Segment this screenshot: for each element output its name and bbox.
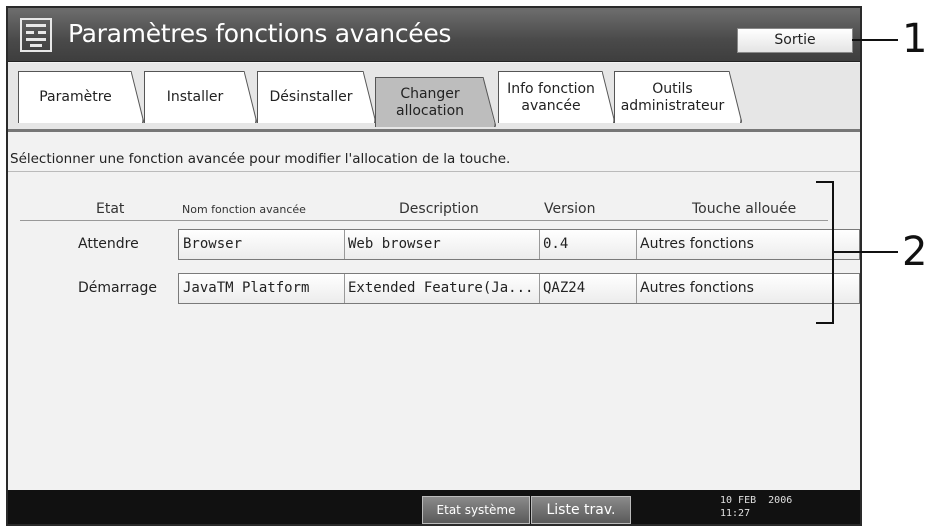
page-title: Paramètres fonctions avancées xyxy=(68,19,452,48)
tab-edge-divider xyxy=(729,71,742,123)
callout-number-2: 2 xyxy=(902,229,928,275)
tab-label: Paramètre xyxy=(39,89,112,105)
cell-description: Web browser xyxy=(344,230,540,259)
job-list-button[interactable]: Liste trav. xyxy=(531,496,631,524)
divider xyxy=(8,171,860,172)
title-bar: Paramètres fonctions avancées Sortie xyxy=(8,8,860,62)
tab-admin-tools[interactable]: Outils administrateur xyxy=(614,71,741,123)
tab-edge-divider xyxy=(244,71,257,123)
callout-line-1 xyxy=(852,39,898,41)
tab-baseline xyxy=(8,129,860,132)
row-state: Démarrage xyxy=(78,280,157,296)
device-screen: Paramètres fonctions avancées Sortie Par… xyxy=(6,6,862,526)
cell-key: Autres fonctions xyxy=(636,274,858,303)
tab-feature-info[interactable]: Info fonction avancée xyxy=(498,71,614,123)
callout-bracket-2-bottom xyxy=(816,322,834,324)
tab-parameter[interactable]: Paramètre xyxy=(18,71,143,123)
cell-key: Autres fonctions xyxy=(636,230,858,259)
extended-features-icon xyxy=(20,18,52,52)
time-text: 11:27 xyxy=(720,508,751,519)
instruction-text: Sélectionner une fonction avancée pour m… xyxy=(10,151,511,167)
status-bar: Etat système Liste trav. 10 FEB 2006 11:… xyxy=(8,490,860,524)
header-key: Touche allouée xyxy=(692,201,797,217)
callout-line-2 xyxy=(834,251,898,253)
tab-change-allocation[interactable]: Changer allocation xyxy=(375,77,495,127)
tab-edge-divider xyxy=(483,77,496,127)
table-row[interactable]: Browser Web browser 0.4 Autres fonctions xyxy=(178,229,860,260)
cell-version: QAZ24 xyxy=(539,274,637,303)
header-name: Nom fonction avancée xyxy=(182,203,306,216)
row-state: Attendre xyxy=(78,236,139,252)
header-state: Etat xyxy=(96,201,125,217)
cell-name: Browser xyxy=(183,236,243,252)
system-status-button[interactable]: Etat système xyxy=(422,496,530,524)
callout-number-1: 1 xyxy=(902,16,928,62)
date-text: 10 FEB 2006 xyxy=(720,495,793,506)
cell-name: JavaTM Platform xyxy=(183,280,310,296)
header-version: Version xyxy=(544,201,596,217)
tab-label: Outils administrateur xyxy=(620,80,725,114)
table-row[interactable]: JavaTM Platform Extended Feature(Ja... Q… xyxy=(178,273,860,304)
tab-label: Installer xyxy=(166,89,224,105)
tab-edge-divider xyxy=(363,71,376,123)
tab-edge-divider xyxy=(131,71,144,123)
exit-button[interactable]: Sortie xyxy=(737,28,853,53)
tab-label: Info fonction avancée xyxy=(507,80,595,114)
date-time: 10 FEB 2006 11:27 xyxy=(720,494,792,520)
header-divider xyxy=(20,220,828,221)
header-description: Description xyxy=(399,201,479,217)
tab-install[interactable]: Installer xyxy=(144,71,256,123)
cell-description: Extended Feature(Ja... xyxy=(344,274,540,303)
tab-label: Désinstaller xyxy=(269,89,353,105)
tab-bar: Paramètre Installer Désinstaller Changer… xyxy=(8,63,860,131)
tab-edge-divider xyxy=(602,71,615,123)
tab-label: Changer allocation xyxy=(395,85,465,119)
callout-bracket-2-top xyxy=(816,181,834,183)
tab-uninstall[interactable]: Désinstaller xyxy=(257,71,375,123)
cell-version: 0.4 xyxy=(539,230,637,259)
